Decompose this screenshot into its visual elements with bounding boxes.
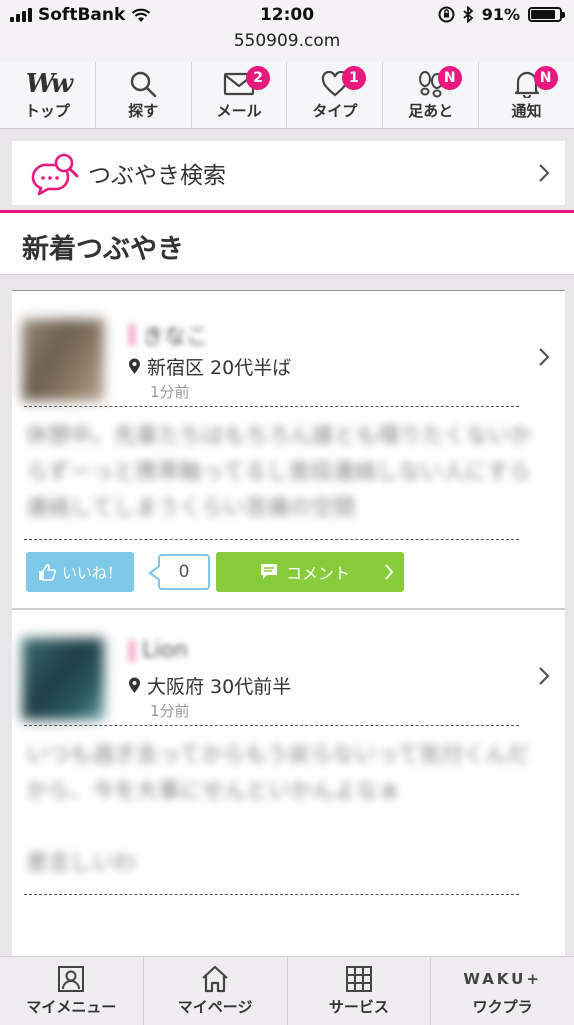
nav-item-mail[interactable]: メール 2 — [192, 62, 288, 128]
home-icon — [202, 965, 228, 993]
avatar[interactable] — [22, 319, 104, 401]
waku-plus-logo: WAKU+ — [463, 970, 542, 988]
section-title: 新着つぶやき — [22, 234, 184, 265]
post-header[interactable]: Lion 大阪府 30代前半 1分前 — [12, 610, 565, 725]
nav-label: トップ — [24, 102, 70, 120]
user-location: 大阪府 30代前半 — [128, 672, 291, 699]
post-text: いつも過ぎ去ってからもう戻らないって気付くんだから、今を大事にせんといかんよなぁ… — [26, 743, 530, 876]
comment-button[interactable]: コメント — [216, 552, 404, 592]
post-actions: いいね！ 0 コメント — [12, 540, 565, 608]
nav-item-footprints[interactable]: 足あと N — [383, 62, 480, 128]
nav-item-notifications[interactable]: 通知 N — [479, 62, 574, 128]
user-name: Lion — [142, 638, 188, 663]
bottom-nav-label: サービス — [328, 998, 389, 1016]
bluetooth-icon — [463, 6, 474, 23]
nav-label: タイプ — [312, 102, 358, 120]
type-badge: 1 — [341, 66, 366, 90]
bottom-nav-wakupura[interactable]: WAKU+ ワクプラ — [431, 957, 574, 1025]
like-button[interactable]: いいね！ — [26, 552, 134, 592]
avatar[interactable] — [22, 638, 104, 720]
location-pin-icon — [129, 677, 140, 693]
nav-label: 足あと — [408, 102, 454, 120]
comment-label: コメント — [286, 564, 351, 583]
user-location: 新宿区 20代半ば — [128, 353, 291, 380]
user-name: きなこ — [142, 325, 209, 350]
post-header[interactable]: きなこ 新宿区 20代半ば 1分前 — [12, 291, 565, 406]
chevron-right-icon — [539, 348, 550, 366]
nav-label: メール — [216, 102, 262, 120]
nav-label: 探す — [128, 102, 159, 120]
post-text: 休憩中。先輩たちはもちろん誰とも喋りたくないからずーっと携帯触ってるし普段連絡し… — [26, 424, 533, 521]
tweet-feed: きなこ 新宿区 20代半ば 1分前 休憩中。先輩たちはもちろん誰とも喋りたくない… — [12, 290, 565, 957]
ww-logo-icon: Ww — [25, 69, 74, 99]
grid-icon — [345, 966, 372, 992]
address-bar-url[interactable]: 550909.com — [0, 31, 574, 51]
nav-item-search[interactable]: 探す — [96, 62, 192, 128]
user-area: 大阪府 — [147, 676, 205, 698]
chat-search-icon — [31, 153, 79, 195]
battery-percent: 91% — [481, 5, 520, 24]
chevron-right-icon — [539, 164, 550, 182]
user-age: 30代前半 — [210, 676, 292, 698]
chevron-right-icon — [539, 667, 550, 685]
user-age: 20代半ば — [210, 357, 292, 379]
post-time: 1分前 — [150, 383, 190, 401]
rotation-lock-icon — [438, 6, 455, 23]
bottom-nav-my-page[interactable]: マイページ — [144, 957, 288, 1025]
status-bar: SoftBank 12:00 91% 550909.com — [0, 0, 574, 63]
battery-icon — [528, 7, 565, 22]
bottom-nav-my-menu[interactable]: マイメニュー — [0, 957, 144, 1025]
nav-label: 通知 — [511, 102, 542, 120]
mail-badge: 2 — [246, 66, 271, 90]
post-card[interactable]: Lion 大阪府 30代前半 1分前 いつも過ぎ去ってからもう戻らないって気付く… — [12, 610, 565, 895]
notification-badge: N — [533, 66, 558, 90]
bottom-nav-label: マイメニュー — [26, 998, 117, 1016]
dashed-divider — [24, 894, 519, 895]
user-name-wrap: Lion — [128, 638, 188, 663]
search-icon — [131, 71, 157, 98]
chevron-right-icon — [385, 564, 394, 580]
location-pin-icon — [129, 358, 140, 374]
bottom-nav: マイメニュー マイページ サービス WAKU+ ワクプラ — [0, 956, 574, 1025]
thumbs-up-icon — [38, 564, 56, 581]
bottom-nav-service[interactable]: サービス — [288, 957, 432, 1025]
gender-tag — [128, 324, 136, 346]
gender-tag — [128, 639, 136, 662]
bottom-nav-label: ワクプラ — [472, 998, 533, 1016]
footprints-badge: N — [437, 66, 462, 90]
tweet-search-label: つぶやき検索 — [88, 163, 226, 189]
top-nav: Ww トップ 探す メール 2 タイプ 1 足あと N 通知 N — [0, 62, 574, 129]
like-count: 0 — [148, 554, 210, 590]
profile-icon — [58, 966, 85, 992]
bottom-nav-label: マイページ — [177, 998, 253, 1016]
post-time: 1分前 — [150, 702, 190, 720]
tweet-search-link[interactable]: つぶやき検索 — [12, 141, 565, 205]
nav-item-top[interactable]: Ww トップ — [0, 62, 96, 128]
like-label: いいね！ — [61, 563, 122, 582]
post-card[interactable]: きなこ 新宿区 20代半ば 1分前 休憩中。先輩たちはもちろん誰とも喋りたくない… — [12, 291, 565, 610]
user-name-wrap: きなこ — [128, 319, 208, 351]
status-right: 91% — [438, 5, 565, 24]
comment-icon — [261, 564, 277, 579]
user-area: 新宿区 — [147, 357, 205, 379]
section-header: 新着つぶやき — [0, 213, 574, 275]
nav-item-type[interactable]: タイプ 1 — [287, 62, 384, 128]
